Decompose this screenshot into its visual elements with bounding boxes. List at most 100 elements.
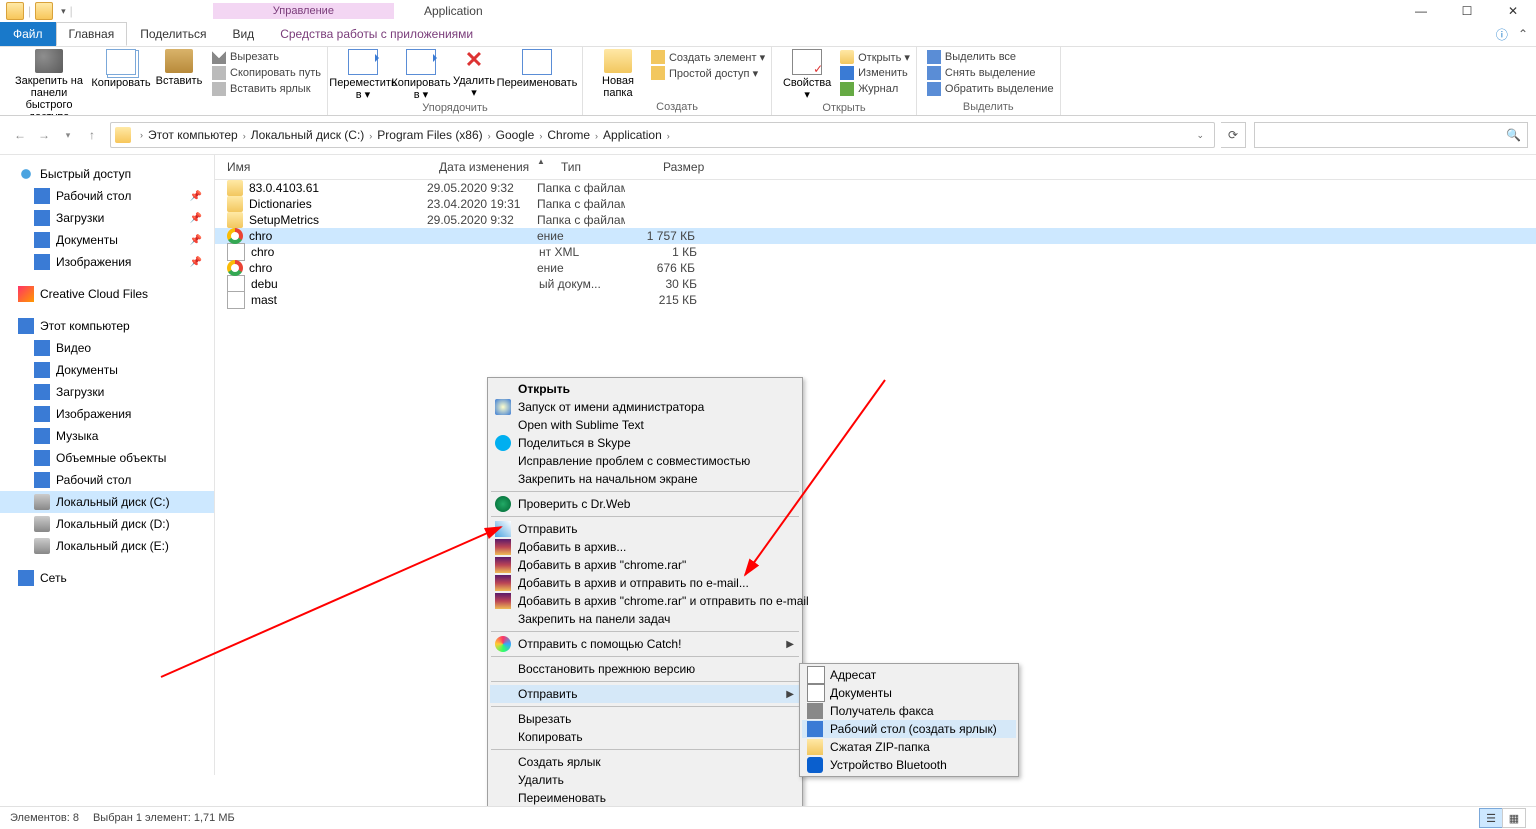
sidebar-item-videos[interactable]: Видео bbox=[0, 337, 214, 359]
menu-item[interactable]: Копировать bbox=[490, 728, 800, 746]
file-row[interactable]: mast215 КБ bbox=[215, 292, 1536, 308]
menu-item[interactable]: Запуск от имени администратора bbox=[490, 398, 800, 416]
submenu-item[interactable]: Рабочий стол (создать ярлык) bbox=[802, 720, 1016, 738]
sidebar-item-desktop[interactable]: Рабочий стол📌 bbox=[0, 185, 214, 207]
file-row[interactable]: Dictionaries23.04.2020 19:31Папка с файл… bbox=[215, 196, 1536, 212]
menu-item[interactable]: Отправить bbox=[490, 520, 800, 538]
column-name[interactable]: Имя bbox=[215, 160, 427, 174]
copy-to-button[interactable]: Копировать в ▾ bbox=[392, 49, 450, 101]
copy-path-button[interactable]: Скопировать путь bbox=[212, 66, 321, 80]
paste-shortcut-button[interactable]: Вставить ярлык bbox=[212, 82, 321, 96]
rename-button[interactable]: Переименовать bbox=[498, 49, 576, 89]
breadcrumb-item[interactable]: Этот компьютер bbox=[148, 128, 238, 142]
menu-item[interactable]: Open with Sublime Text bbox=[490, 416, 800, 434]
copy-button[interactable]: Копировать bbox=[92, 49, 150, 89]
menu-item[interactable]: Открыть bbox=[490, 380, 800, 398]
submenu-item[interactable]: Устройство Bluetooth bbox=[802, 756, 1016, 774]
collapse-ribbon-button[interactable]: ⌃ bbox=[1518, 27, 1528, 41]
edit-button[interactable]: Изменить bbox=[840, 66, 910, 80]
sidebar-item-creative-cloud[interactable]: Creative Cloud Files bbox=[0, 283, 214, 305]
breadcrumb-item[interactable]: Chrome bbox=[547, 128, 590, 142]
select-none-button[interactable]: Снять выделение bbox=[927, 66, 1054, 80]
sidebar-item-network[interactable]: Сеть bbox=[0, 567, 214, 589]
move-to-button[interactable]: Переместить в ▾ bbox=[334, 49, 392, 101]
sidebar-item-3d-objects[interactable]: Объемные объекты bbox=[0, 447, 214, 469]
menu-item[interactable]: Закрепить на панели задач bbox=[490, 610, 800, 628]
breadcrumb-bar[interactable]: › Этот компьютер›Локальный диск (C:)›Pro… bbox=[110, 122, 1215, 148]
file-row[interactable]: chroнт XML1 КБ bbox=[215, 244, 1536, 260]
delete-button[interactable]: ✕Удалить ▾ bbox=[450, 49, 498, 99]
column-type[interactable]: Тип bbox=[549, 160, 651, 174]
breadcrumb-item[interactable]: Application bbox=[603, 128, 662, 142]
back-button[interactable]: ← bbox=[8, 123, 32, 147]
chevron-down-icon[interactable]: ▾ bbox=[61, 6, 66, 17]
refresh-button[interactable]: ⟳ bbox=[1221, 122, 1246, 148]
chevron-right-icon[interactable]: › bbox=[667, 131, 670, 141]
new-folder-button[interactable]: Новая папка bbox=[589, 49, 647, 99]
file-row[interactable]: chroение1 757 КБ bbox=[215, 228, 1536, 244]
submenu-item[interactable]: Получатель факса bbox=[802, 702, 1016, 720]
sidebar-item-drive-e[interactable]: Локальный диск (E:) bbox=[0, 535, 214, 557]
tab-app-tools[interactable]: Средства работы с приложениями bbox=[267, 22, 486, 46]
chevron-right-icon[interactable]: › bbox=[488, 131, 491, 141]
help-button[interactable]: ⓘ bbox=[1496, 26, 1508, 43]
new-item-button[interactable]: Создать элемент ▾ bbox=[651, 50, 765, 64]
file-row[interactable]: chroение676 КБ bbox=[215, 260, 1536, 276]
forward-button[interactable]: → bbox=[32, 123, 56, 147]
menu-item[interactable]: Закрепить на начальном экране bbox=[490, 470, 800, 488]
cut-button[interactable]: Вырезать bbox=[212, 50, 321, 64]
open-button[interactable]: Открыть ▾ bbox=[840, 50, 910, 64]
menu-item[interactable]: Отправить▶ bbox=[490, 685, 800, 703]
menu-item[interactable]: Добавить в архив "chrome.rar" bbox=[490, 556, 800, 574]
menu-item[interactable]: Проверить с Dr.Web bbox=[490, 495, 800, 513]
submenu-item[interactable]: Сжатая ZIP-папка bbox=[802, 738, 1016, 756]
breadcrumb-item[interactable]: Локальный диск (C:) bbox=[251, 128, 365, 142]
chevron-right-icon[interactable]: › bbox=[595, 131, 598, 141]
menu-item[interactable]: Поделиться в Skype bbox=[490, 434, 800, 452]
properties-button[interactable]: ✓Свойства ▾ bbox=[778, 49, 836, 101]
pin-to-quick-access-button[interactable]: Закрепить на панели быстрого доступа bbox=[6, 49, 92, 116]
menu-item[interactable]: Добавить в архив... bbox=[490, 538, 800, 556]
tab-home[interactable]: Главная bbox=[56, 22, 128, 46]
menu-item[interactable]: Создать ярлык bbox=[490, 753, 800, 771]
sidebar-item-downloads[interactable]: Загрузки bbox=[0, 381, 214, 403]
tab-file[interactable]: Файл bbox=[0, 22, 56, 46]
invert-selection-button[interactable]: Обратить выделение bbox=[927, 82, 1054, 96]
chevron-right-icon[interactable]: › bbox=[243, 131, 246, 141]
tab-view[interactable]: Вид bbox=[219, 22, 267, 46]
sidebar-item-quick-access[interactable]: Быстрый доступ bbox=[0, 163, 214, 185]
sidebar-item-desktop[interactable]: Рабочий стол bbox=[0, 469, 214, 491]
sidebar-item-downloads[interactable]: Загрузки📌 bbox=[0, 207, 214, 229]
up-button[interactable]: ↑ bbox=[80, 123, 104, 147]
menu-item[interactable]: Переименовать bbox=[490, 789, 800, 807]
sidebar-item-documents[interactable]: Документы📌 bbox=[0, 229, 214, 251]
sidebar-item-pictures[interactable]: Изображения📌 bbox=[0, 251, 214, 273]
history-button[interactable]: Журнал bbox=[840, 82, 910, 96]
menu-item[interactable]: Удалить bbox=[490, 771, 800, 789]
icons-view-button[interactable]: ▦ bbox=[1502, 808, 1526, 828]
menu-item[interactable]: Отправить с помощью Catch!▶ bbox=[490, 635, 800, 653]
submenu-item[interactable]: Адресат bbox=[802, 666, 1016, 684]
details-view-button[interactable]: ☰ bbox=[1479, 808, 1503, 828]
dropdown-icon[interactable]: ⌄ bbox=[1190, 130, 1210, 141]
sidebar-item-this-pc[interactable]: Этот компьютер bbox=[0, 315, 214, 337]
easy-access-button[interactable]: Простой доступ ▾ bbox=[651, 66, 765, 80]
select-all-button[interactable]: Выделить все bbox=[927, 50, 1054, 64]
menu-item[interactable]: Вырезать bbox=[490, 710, 800, 728]
recent-button[interactable]: ▾ bbox=[56, 123, 80, 147]
submenu-item[interactable]: Документы bbox=[802, 684, 1016, 702]
file-row[interactable]: 83.0.4103.6129.05.2020 9:32Папка с файла… bbox=[215, 180, 1536, 196]
chevron-right-icon[interactable]: › bbox=[369, 131, 372, 141]
minimize-button[interactable]: — bbox=[1398, 0, 1444, 22]
chevron-right-icon[interactable]: › bbox=[539, 131, 542, 141]
file-row[interactable]: debuый докум...30 КБ bbox=[215, 276, 1536, 292]
menu-item[interactable]: Добавить в архив и отправить по e-mail..… bbox=[490, 574, 800, 592]
menu-item[interactable]: Восстановить прежнюю версию bbox=[490, 660, 800, 678]
sidebar-item-drive-d[interactable]: Локальный диск (D:) bbox=[0, 513, 214, 535]
close-button[interactable]: ✕ bbox=[1490, 0, 1536, 22]
file-row[interactable]: SetupMetrics29.05.2020 9:32Папка с файла… bbox=[215, 212, 1536, 228]
sidebar-item-music[interactable]: Музыка bbox=[0, 425, 214, 447]
maximize-button[interactable]: ☐ bbox=[1444, 0, 1490, 22]
column-size[interactable]: Размер bbox=[651, 160, 733, 174]
context-tab-manage[interactable]: Управление bbox=[213, 3, 394, 19]
